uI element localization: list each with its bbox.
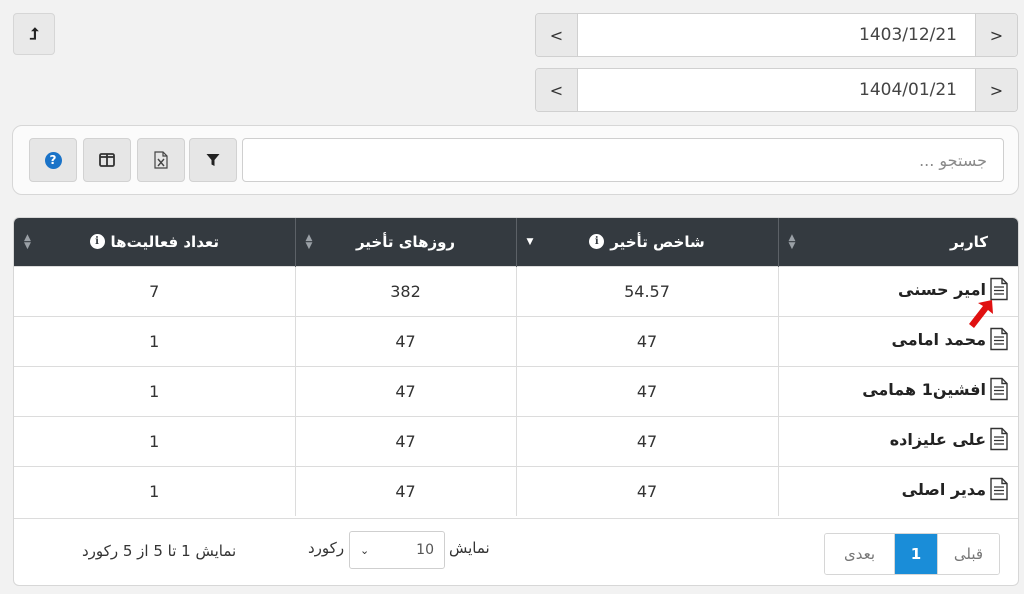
help-button[interactable]: ? — [29, 138, 77, 182]
filter-icon — [206, 154, 220, 166]
user-cell: علی علیزاده — [777, 415, 1018, 466]
delay-days-cell: 382 — [294, 265, 516, 316]
activity-count-cell: 1 — [14, 365, 295, 416]
table-row: محمد امامی 47 47 1 — [14, 315, 1018, 366]
delay-days-cell: 47 — [294, 465, 516, 516]
date-prev-button[interactable]: < — [536, 14, 578, 56]
document-icon[interactable] — [988, 427, 1010, 451]
previous-page-button[interactable]: قبلی — [937, 534, 999, 574]
pagination: بعدی 1 قبلی — [824, 533, 1000, 575]
table-toolbar: ? — [12, 125, 1019, 195]
table-header-row: کاربر ▲ ▼ شاخص تأخیر i ▼ روزهای تأخیر ▲ ▼ ت… — [14, 218, 1018, 266]
user-name[interactable]: مدیر اصلی — [902, 480, 986, 499]
delay-days-cell: 47 — [294, 415, 516, 466]
delay-days-cell: 47 — [294, 315, 516, 366]
chevron-down-icon: ⌄ — [360, 543, 370, 557]
activity-count-cell: 7 — [14, 265, 295, 316]
column-header-label: تعداد فعالیت‌ها — [110, 232, 219, 251]
delay-index-cell: 47 — [515, 315, 778, 366]
user-name[interactable]: امیر حسنی — [898, 280, 986, 299]
info-icon: i — [589, 234, 605, 250]
current-page-button[interactable]: 1 — [895, 534, 937, 574]
delay-days-cell: 47 — [294, 365, 516, 416]
end-date-picker: < 1404/01/21 > — [535, 68, 1018, 112]
date-next-button[interactable]: > — [975, 69, 1017, 111]
delay-index-cell: 47 — [515, 365, 778, 416]
table-row: علی علیزاده 47 47 1 — [14, 415, 1018, 466]
user-name[interactable]: محمد امامی — [892, 330, 986, 349]
user-cell: مدیر اصلی — [777, 465, 1018, 516]
pointer-arrow-icon — [969, 300, 993, 328]
next-page-button[interactable]: بعدی — [825, 534, 895, 574]
info-icon: i — [89, 234, 105, 250]
delay-index-cell: 47 — [515, 415, 778, 466]
excel-export-icon — [154, 151, 168, 169]
start-date-value[interactable]: 1403/12/21 — [578, 14, 975, 56]
page: ⮥ < 1403/12/21 > < 1404/01/21 > ? جستجو … — [0, 0, 1024, 594]
excel-export-button[interactable] — [137, 138, 185, 182]
delay-index-cell: 54.57 — [515, 265, 778, 316]
activity-count-cell: 1 — [14, 415, 295, 466]
sort-icon: ▲ ▼ — [305, 232, 313, 251]
end-date-value[interactable]: 1404/01/21 — [578, 69, 975, 111]
data-table: کاربر ▲ ▼ شاخص تأخیر i ▼ روزهای تأخیر ▲ ▼ ت… — [13, 217, 1019, 586]
columns-button[interactable] — [83, 138, 131, 182]
table-footer: نمایش 1 تا 5 از 5 رکورد رکورد ⌄ 10 نمایش… — [14, 518, 1018, 585]
filter-button[interactable] — [189, 138, 237, 182]
table-row: امیر حسنی 54.57 382 7 — [14, 265, 1018, 316]
column-header-label: روزهای تأخیر — [355, 232, 456, 251]
user-name[interactable]: علی علیزاده — [890, 430, 986, 449]
page-length-value: 10 — [416, 542, 434, 558]
start-date-picker: < 1403/12/21 > — [535, 13, 1018, 57]
help-icon: ? — [44, 151, 62, 169]
date-prev-button[interactable]: < — [536, 69, 578, 111]
column-header-user[interactable]: کاربر ▲ ▼ — [777, 218, 1018, 266]
document-icon[interactable] — [988, 377, 1010, 401]
date-next-button[interactable]: > — [975, 14, 1017, 56]
column-header-delay-index[interactable]: شاخص تأخیر i ▼ — [515, 218, 778, 266]
sort-icon: ▲ ▼ — [788, 232, 796, 251]
table-row: مدیر اصلی 47 47 1 — [14, 465, 1018, 516]
activity-count-cell: 1 — [14, 315, 295, 366]
records-summary: نمایش 1 تا 5 از 5 رکورد — [82, 542, 237, 560]
user-cell: افشین1 همامی — [777, 365, 1018, 416]
sort-desc-icon: ▼ — [526, 236, 534, 247]
upload-arrow-icon: ⮥ — [29, 24, 39, 43]
page-length-select[interactable]: ⌄ 10 — [349, 531, 445, 569]
table-row: افشین1 همامی 47 47 1 — [14, 365, 1018, 416]
column-header-label: شاخص تأخیر — [610, 232, 705, 251]
show-label: نمایش — [449, 539, 490, 557]
column-header-label: کاربر — [950, 232, 988, 251]
delay-index-cell: 47 — [515, 465, 778, 516]
column-header-activity-count[interactable]: تعداد فعالیت‌ها i ▲ ▼ — [14, 218, 295, 266]
column-header-delay-days[interactable]: روزهای تأخیر ▲ ▼ — [294, 218, 516, 266]
activity-count-cell: 1 — [14, 465, 295, 516]
search-input[interactable] — [242, 138, 1004, 182]
columns-icon — [99, 153, 115, 167]
upload-button[interactable]: ⮥ — [13, 13, 55, 55]
sort-icon: ▲ ▼ — [24, 232, 31, 251]
user-name[interactable]: افشین1 همامی — [862, 380, 986, 399]
records-label: رکورد — [308, 539, 345, 557]
document-icon[interactable] — [988, 477, 1010, 501]
